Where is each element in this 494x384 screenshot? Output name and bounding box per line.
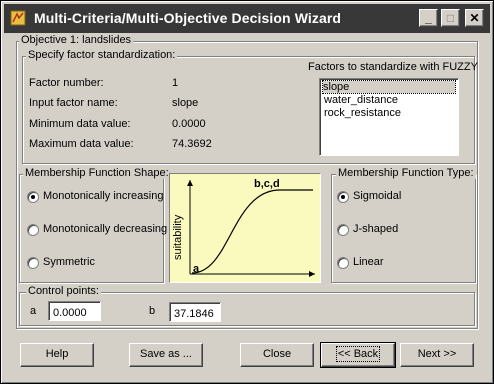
factor-listbox[interactable]: slope water_distance rock_resistance: [319, 78, 459, 156]
membership-function-diagram: suitability a b,c,d: [169, 173, 321, 283]
factor-number-value: 1: [172, 77, 179, 89]
list-item[interactable]: rock_resistance: [324, 107, 401, 119]
next-button-label: Next >>: [417, 348, 457, 360]
input-name-value: slope: [172, 97, 199, 109]
title-bar[interactable]: Multi-Criteria/Multi-Objective Decision …: [4, 4, 490, 33]
wizard-window: Multi-Criteria/Multi-Objective Decision …: [0, 0, 494, 384]
minimize-button[interactable]: _: [419, 9, 438, 27]
save-as-button-label: Save as ...: [140, 348, 192, 360]
list-item[interactable]: water_distance: [324, 94, 398, 106]
back-button[interactable]: << Back: [320, 342, 396, 368]
sigmoid-curve: [191, 189, 313, 274]
factor-list-title: Factors to standardize with FUZZY: [308, 61, 478, 73]
close-icon: ✕: [469, 11, 480, 25]
input-name-label: Input factor name:: [29, 97, 118, 109]
point-a-label: a: [193, 263, 200, 275]
option-label[interactable]: J-shaped: [353, 223, 398, 235]
option-label[interactable]: Monotonically decreasing: [43, 223, 167, 235]
control-points-label: Control points:: [26, 285, 101, 297]
control-point-a-label: a: [30, 305, 37, 317]
radio-monotonic-increasing[interactable]: [27, 191, 39, 203]
membership-curve-svg: suitability a b,c,d: [172, 178, 315, 277]
control-point-b-input[interactable]: [169, 302, 221, 322]
help-button[interactable]: Help: [20, 343, 94, 367]
option-label[interactable]: Linear: [353, 256, 384, 268]
point-bcd-label: b,c,d: [254, 178, 280, 190]
next-button[interactable]: Next >>: [400, 343, 474, 367]
x-axis-arrow: [309, 271, 315, 277]
wizard-app-icon: [10, 10, 26, 26]
control-point-b-label: b: [149, 305, 156, 317]
max-value-label: Maximum data value:: [29, 138, 134, 150]
list-item[interactable]: slope: [322, 80, 456, 94]
type-group-label: Membership Function Type:: [336, 167, 476, 179]
minimize-icon: _: [425, 11, 432, 25]
close-button[interactable]: Close: [240, 343, 314, 367]
save-as-button[interactable]: Save as ...: [129, 343, 203, 367]
min-value: 0.0000: [172, 118, 206, 130]
objective-group-label: Objective 1: landslides: [19, 34, 134, 46]
window-title: Multi-Criteria/Multi-Objective Decision …: [34, 10, 342, 26]
radio-j-shaped[interactable]: [337, 224, 349, 236]
maximize-button[interactable]: □: [441, 9, 460, 27]
back-button-label: << Back: [335, 346, 381, 362]
option-label[interactable]: Monotonically increasing: [43, 190, 163, 202]
maximize-icon: □: [446, 11, 455, 25]
max-value: 74.3692: [172, 138, 212, 150]
y-axis-arrow: [187, 180, 193, 186]
help-button-label: Help: [45, 348, 69, 360]
close-window-button[interactable]: ✕: [465, 9, 484, 27]
standardization-group-label: Specify factor standardization:: [26, 49, 178, 61]
y-axis-label: suitability: [172, 214, 184, 260]
radio-symmetric[interactable]: [27, 257, 39, 269]
shape-group-label: Membership Function Shape:: [23, 167, 171, 179]
radio-sigmoidal[interactable]: [337, 191, 349, 203]
close-button-label: Close: [262, 348, 292, 360]
option-label[interactable]: Symmetric: [43, 256, 95, 268]
option-label[interactable]: Sigmoidal: [353, 190, 401, 202]
control-point-a-input[interactable]: [48, 301, 101, 321]
min-value-label: Minimum data value:: [29, 118, 131, 130]
radio-linear[interactable]: [337, 257, 349, 269]
factor-number-label: Factor number:: [29, 77, 104, 89]
radio-monotonic-decreasing[interactable]: [27, 224, 39, 236]
